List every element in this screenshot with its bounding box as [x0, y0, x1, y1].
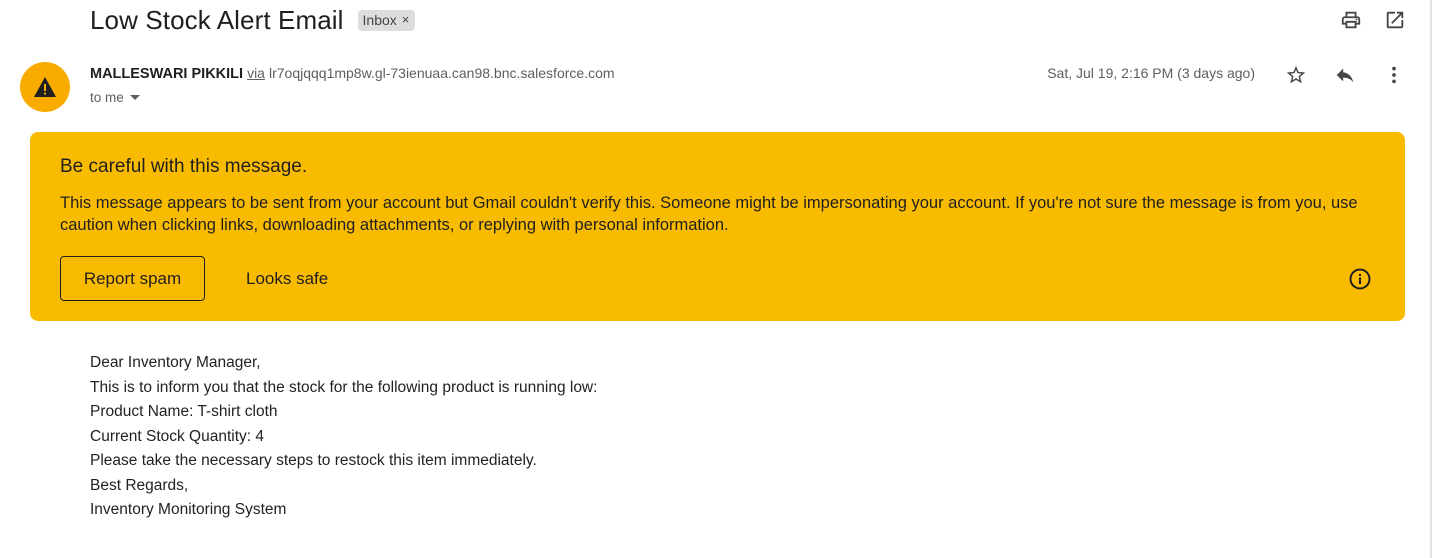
banner-title: Be careful with this message.: [60, 156, 308, 177]
more-vert-icon[interactable]: [1383, 64, 1405, 86]
body-line: This is to inform you that the stock for…: [90, 378, 598, 396]
message-date: Sat, Jul 19, 2:16 PM (3 days ago): [1047, 65, 1255, 81]
sender-domain: lr7oqjqqq1mp8w.gl-73ienuaa.can98.bnc.sal…: [268, 65, 615, 81]
thread-actions: [1340, 9, 1406, 31]
label-chip-text: Inbox: [362, 11, 397, 28]
star-icon[interactable]: [1285, 64, 1307, 86]
message-actions: [1285, 64, 1405, 86]
email-subject: Low Stock Alert Email: [90, 4, 344, 35]
subject-row: Low Stock Alert Email Inbox ×: [90, 4, 416, 36]
recipient-text: to me: [90, 90, 124, 105]
open-in-new-window-icon[interactable]: [1384, 9, 1406, 31]
body-line: Product Name: T-shirt cloth: [90, 403, 278, 420]
sender-line: MALLESWARI PIKKILI via lr7oqjqqq1mp8w.gl…: [90, 65, 615, 82]
chevron-down-icon: [129, 95, 140, 100]
looks-safe-button[interactable]: Looks safe: [230, 256, 344, 301]
body-line: Inventory Monitoring System: [90, 501, 287, 518]
body-line: Dear Inventory Manager,: [90, 354, 261, 371]
report-spam-button[interactable]: Report spam: [60, 256, 205, 301]
body-line: Best Regards,: [90, 476, 189, 494]
message-body: Dear Inventory Manager, This is to infor…: [90, 351, 597, 523]
sender-name[interactable]: MALLESWARI PIKKILI: [90, 66, 243, 82]
email-view: Low Stock Alert Email Inbox × MALLESWARI…: [0, 0, 1432, 558]
label-chip-inbox[interactable]: Inbox ×: [357, 9, 416, 31]
warning-banner: Be careful with this message. This messa…: [30, 132, 1405, 321]
body-line: Current Stock Quantity: 4: [90, 427, 265, 445]
body-line: Please take the necessary steps to resto…: [90, 452, 537, 469]
print-icon[interactable]: [1340, 9, 1362, 31]
sender-avatar[interactable]: [20, 62, 70, 112]
info-icon[interactable]: [1348, 267, 1372, 291]
via-wrapper: via: [247, 65, 265, 81]
via-link[interactable]: via: [247, 65, 265, 81]
remove-label-icon[interactable]: ×: [402, 12, 410, 27]
recipient-details-toggle[interactable]: to me: [90, 90, 140, 105]
banner-text: This message appears to be sent from you…: [60, 194, 1358, 234]
reply-icon[interactable]: [1334, 64, 1356, 86]
warning-icon: [34, 77, 56, 97]
